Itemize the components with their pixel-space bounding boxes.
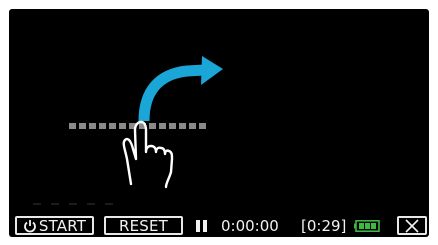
close-icon xyxy=(405,218,419,233)
reset-button[interactable]: RESET xyxy=(104,216,183,235)
power-icon xyxy=(24,219,36,232)
battery-icon xyxy=(354,220,380,232)
bottom-toolbar: START RESET 0:00:00 [0:29] xyxy=(9,214,429,237)
arrow-head xyxy=(201,56,223,85)
guide-stage xyxy=(9,9,429,214)
close-button[interactable] xyxy=(397,216,427,235)
faint-marks xyxy=(33,203,113,205)
pointing-hand-icon xyxy=(122,120,174,189)
remaining-time: [0:29] xyxy=(301,217,347,235)
swipe-illustration xyxy=(122,56,223,189)
pause-icon xyxy=(196,220,207,232)
elapsed-time: 0:00:00 xyxy=(221,217,279,235)
camera-screen: START RESET 0:00:00 [0:29] xyxy=(9,9,429,237)
start-label: START xyxy=(38,216,87,235)
start-button[interactable]: START xyxy=(15,216,94,235)
reset-label: RESET xyxy=(118,216,169,235)
curved-arrow-icon xyxy=(138,64,206,122)
